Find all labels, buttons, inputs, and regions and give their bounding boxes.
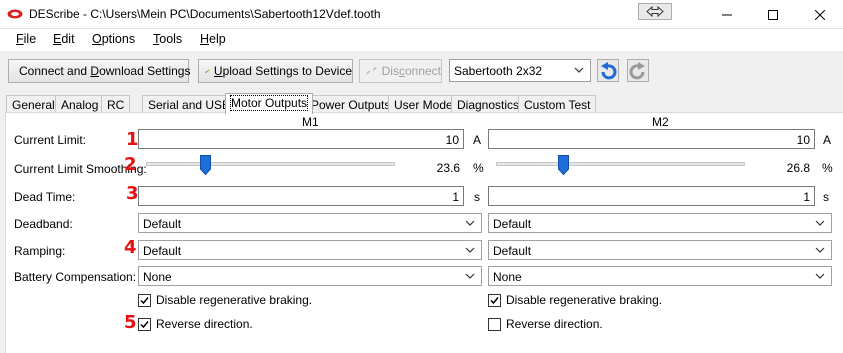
menu-options[interactable]: Options (92, 32, 135, 46)
deadband-label: Deadband: (14, 217, 73, 231)
m1-current-limit-input[interactable]: 10 (138, 129, 464, 149)
tab-motor-outputs[interactable]: Motor Outputs (225, 93, 314, 114)
m1-dead-time-unit: s (474, 190, 480, 204)
m2-smoothing-value: 26.8 (786, 161, 810, 175)
menu-help[interactable]: Help (200, 32, 226, 46)
column-header-m2: M2 (652, 115, 669, 129)
menu-tools[interactable]: Tools (153, 32, 182, 46)
menu-file[interactable]: File (16, 32, 36, 46)
m1-ramping-select[interactable]: Default (138, 240, 482, 260)
minimize-icon (722, 14, 732, 15)
chevron-down-icon (815, 273, 825, 279)
checkmark-icon (490, 296, 499, 304)
minimize-button[interactable] (704, 0, 750, 29)
m1-smoothing-slider-track[interactable] (146, 162, 395, 166)
checkbox-box[interactable] (488, 293, 501, 307)
tab-strip: General Analog RC Serial and USB Motor O… (0, 93, 843, 114)
m1-smoothing-value: 23.6 (436, 161, 460, 175)
upload-icon (205, 69, 210, 74)
title-bar: DEScribe - C:\Users\Mein PC\Documents\Sa… (0, 0, 843, 29)
disconnect-icon (366, 66, 377, 75)
tab-custom-test[interactable]: Custom Test (518, 95, 597, 113)
resize-button[interactable] (638, 3, 672, 20)
app-logo-icon (7, 9, 23, 19)
tab-user-mode[interactable]: User Mode (388, 95, 459, 113)
connect-download-button[interactable]: Connect and Download Settings (8, 59, 190, 83)
checkbox-box[interactable] (138, 317, 151, 331)
redo-button[interactable] (627, 59, 649, 82)
m1-disable-regen-checkbox[interactable]: Disable regenerative braking. (138, 293, 312, 307)
m1-current-limit-unit: A (473, 133, 482, 147)
m2-current-limit-unit: A (823, 133, 832, 147)
current-limit-label: Current Limit: (14, 133, 87, 147)
m1-battery-compensation-select[interactable]: None (138, 266, 482, 286)
m2-dead-time-unit: s (823, 190, 829, 204)
m1-reverse-direction-checkbox[interactable]: Reverse direction. (138, 317, 253, 331)
m1-smoothing-unit: % (473, 161, 484, 175)
checkmark-icon (140, 296, 149, 304)
m2-deadband-select[interactable]: Default (488, 213, 832, 233)
disconnect-button[interactable]: Disconnect (359, 59, 442, 83)
m2-smoothing-slider-track[interactable] (496, 162, 745, 166)
m2-dead-time-input[interactable]: 1 (488, 186, 815, 206)
annotation-marker-5: 5 (124, 312, 137, 333)
annotation-marker-3: 3 (126, 183, 139, 204)
chevron-down-icon (815, 247, 825, 253)
m2-ramping-select[interactable]: Default (488, 240, 832, 260)
m1-smoothing-slider-thumb[interactable] (199, 155, 211, 175)
m2-disable-regen-checkbox[interactable]: Disable regenerative braking. (488, 293, 662, 307)
annotation-marker-2: 2 (124, 154, 137, 175)
menu-bar: File Edit Options Tools Help (0, 29, 843, 51)
window-title: DEScribe - C:\Users\Mein PC\Documents\Sa… (29, 7, 381, 21)
toolbar: Connect and Download Settings Upload Set… (0, 51, 843, 91)
menu-edit[interactable]: Edit (53, 32, 75, 46)
battery-compensation-label: Battery Compensation: (14, 270, 137, 284)
close-icon (815, 9, 825, 20)
dead-time-label: Dead Time: (14, 190, 76, 204)
undo-button[interactable] (597, 59, 619, 82)
m1-dead-time-input[interactable]: 1 (138, 186, 464, 206)
checkbox-box[interactable] (138, 293, 151, 307)
m2-battery-compensation-select[interactable]: None (488, 266, 832, 286)
maximize-button[interactable] (750, 0, 796, 29)
tab-serial-and-usb[interactable]: Serial and USB (142, 95, 237, 113)
chevron-down-icon (574, 67, 584, 73)
redo-icon (629, 61, 645, 79)
chevron-down-icon (465, 220, 475, 226)
m2-smoothing-slider-thumb[interactable] (557, 155, 569, 175)
annotation-marker-1: 1 (126, 129, 139, 150)
chevron-down-icon (465, 273, 475, 279)
tab-general[interactable]: General (6, 95, 61, 113)
tab-power-outputs[interactable]: Power Outputs (305, 95, 397, 113)
m2-smoothing-unit: % (822, 161, 833, 175)
double-arrow-icon (646, 5, 664, 18)
tab-rc[interactable]: RC (101, 95, 131, 113)
undo-icon (601, 61, 617, 79)
chevron-down-icon (465, 247, 475, 253)
checkbox-box[interactable] (488, 317, 501, 331)
annotation-marker-4: 4 (124, 237, 137, 258)
tab-analog[interactable]: Analog (55, 95, 105, 113)
m2-current-limit-input[interactable]: 10 (488, 129, 815, 149)
chevron-down-icon (815, 220, 825, 226)
device-select[interactable]: Sabertooth 2x32 (449, 59, 591, 82)
upload-settings-button[interactable]: Upload Settings to Device (198, 59, 353, 83)
checkmark-icon (140, 320, 149, 328)
column-header-m1: M1 (302, 115, 319, 129)
tab-diagnostics[interactable]: Diagnostics (451, 95, 526, 113)
m2-reverse-direction-checkbox[interactable]: Reverse direction. (488, 317, 603, 331)
m1-deadband-select[interactable]: Default (138, 213, 482, 233)
maximize-icon (768, 9, 778, 20)
ramping-label: Ramping: (14, 244, 66, 258)
close-button[interactable] (797, 0, 843, 29)
